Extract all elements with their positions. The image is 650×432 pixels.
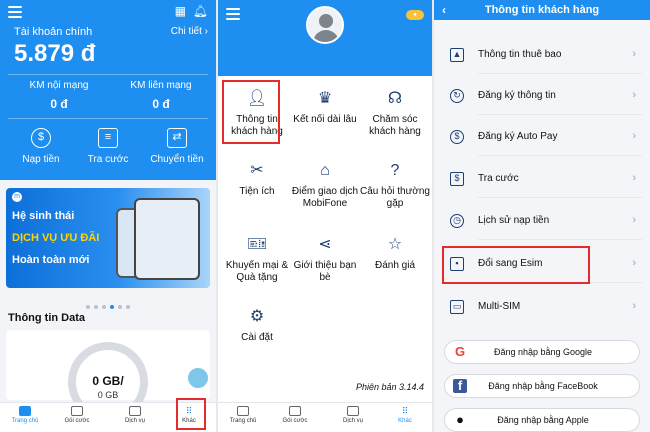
avatar[interactable] [306, 6, 344, 44]
topup-button[interactable]: $ Nạp tiền [6, 128, 76, 165]
headset-icon: ☊ [387, 90, 403, 107]
phone-illustration [134, 198, 200, 280]
id-card-icon: ▲ [450, 48, 464, 62]
nav-home[interactable]: Trang chủ [0, 406, 50, 424]
home-icon [237, 406, 249, 416]
menu-icon[interactable] [8, 6, 22, 18]
menu-settings[interactable]: ⚙ Cài đặt [222, 306, 292, 344]
highlight-box [176, 398, 206, 430]
data-card: 0 GB/ 0 GB [6, 330, 210, 422]
row-subscriber-info[interactable]: ▲ Thông tin thuê bao › [442, 38, 642, 74]
login-google-button[interactable]: G Đăng nhập bằng Google [444, 340, 640, 364]
lookup-charges-button[interactable]: ≡ Tra cước [73, 128, 143, 165]
membership-badge[interactable]: ● [406, 10, 424, 20]
menu-long-connection[interactable]: ♛ Kết nối dài lâu [290, 88, 360, 126]
row-topup-history[interactable]: ◷ Lịch sử nạp tiền › [442, 204, 642, 240]
qr-bell-icons[interactable]: ▦ 🔔︎ [175, 4, 208, 18]
tools-icon: ✂ [250, 162, 264, 179]
transfer-money-button[interactable]: ⇄ Chuyển tiền [142, 128, 212, 165]
history-icon: ◷ [450, 214, 464, 228]
menu-faq[interactable]: ? Câu hỏi thường gặp [360, 160, 430, 210]
nav-packages[interactable]: Gói cước [52, 406, 102, 424]
balance-value: 5.879 đ [14, 40, 96, 67]
chevron-right-icon: › [632, 214, 636, 226]
row-lookup-charges[interactable]: $ Tra cước › [442, 162, 642, 198]
menu-refer-friends[interactable]: ⋖ Giới thiệu bạn bè [290, 234, 360, 284]
nav-services[interactable]: Dịch vụ [328, 406, 378, 424]
dollar-icon: $ [31, 128, 51, 148]
chevron-right-icon: › [632, 130, 636, 142]
page-title: Thông tin khách hàng [484, 4, 600, 16]
account-label: Tài khoản chính [14, 26, 93, 38]
data-info-title: Thông tin Data [8, 312, 85, 324]
clipboard-icon: ≡ [98, 128, 118, 148]
login-apple-button[interactable]: ● Đăng nhập bằng Apple [444, 408, 640, 432]
mobifone-logo-icon: m [12, 192, 22, 202]
km-lien-mang: KM liên mạng 0 đ [130, 80, 192, 111]
top-bar: Thông tin khách hàng ‹ [434, 0, 650, 20]
row-register-info[interactable]: ↻ Đăng ký thông tin › [442, 79, 642, 115]
highlight-box [442, 246, 590, 284]
nav-packages[interactable]: Gói cước [270, 406, 320, 424]
menu-utilities[interactable]: ✂ Tiện ích [222, 160, 292, 198]
highlight-box [222, 80, 280, 144]
ticket-icon: 🎫︎ [246, 236, 268, 253]
transfer-icon: ⇄ [167, 128, 187, 148]
chevron-right-icon: › [632, 300, 636, 312]
grid-icon: ⠿ [401, 406, 409, 416]
menu-promotions[interactable]: 🎫︎ Khuyến mại & Quà tặng [222, 234, 292, 284]
row-multi-sim[interactable]: ▭ Multi-SIM › [442, 290, 642, 326]
version-label: Phiên bản 3.14.4 [355, 382, 424, 392]
detail-link[interactable]: Chi tiết › [171, 26, 208, 37]
sim-icon [129, 406, 141, 416]
receipt-icon: $ [450, 172, 464, 186]
row-auto-pay[interactable]: $ Đăng ký Auto Pay › [442, 120, 642, 156]
gear-icon: ⚙ [249, 308, 265, 325]
question-icon: ? [390, 162, 400, 179]
km-noi-mang: KM nội mạng 0 đ [29, 80, 89, 111]
nav-home[interactable]: Trang chủ [218, 406, 268, 424]
store-icon: ⌂ [320, 162, 330, 179]
menu-rating[interactable]: ☆ Đánh giá [360, 234, 430, 272]
package-icon [71, 406, 83, 416]
menu-icon[interactable] [226, 8, 240, 20]
screenshot-composite: ▦ 🔔︎ Tài khoản chính Chi tiết › 5.879 đ … [0, 0, 650, 432]
home-screen: ▦ 🔔︎ Tài khoản chính Chi tiết › 5.879 đ … [0, 0, 216, 432]
nav-services[interactable]: Dịch vụ [110, 406, 160, 424]
crown-icon: ♛ [317, 90, 333, 107]
promo-banner[interactable]: m Hệ sinh thái DỊCH VỤ ƯU ĐÃI Hoàn toàn … [6, 188, 210, 288]
back-icon[interactable]: ‹ [442, 3, 446, 17]
menu-customer-care[interactable]: ☊ Chăm sóc khách hàng [360, 88, 430, 138]
home-icon [19, 406, 31, 416]
multi-sim-icon: ▭ [450, 300, 464, 314]
star-icon: ☆ [387, 236, 403, 253]
share-icon: ⋖ [318, 236, 332, 253]
dollar-icon: $ [450, 130, 464, 144]
chevron-right-icon: › [632, 257, 636, 269]
chevron-right-icon: › [632, 172, 636, 184]
customer-info-screen: Thông tin khách hàng ‹ ▲ Thông tin thuê … [434, 0, 650, 432]
package-icon [289, 406, 301, 416]
chevron-right-icon: › [632, 48, 636, 60]
more-screen: ● 👤︎ Thông tin khách hàng ♛ Kết nối dài lâ… [218, 0, 432, 432]
refresh-icon: ↻ [450, 89, 464, 103]
account-header: ▦ 🔔︎ Tài khoản chính Chi tiết › 5.879 đ … [0, 0, 216, 180]
bottom-nav: Trang chủ Gói cước Dịch vụ ⠿ Khác [218, 402, 432, 432]
sim-icon [347, 406, 359, 416]
chatbot-avatar-icon[interactable] [186, 366, 210, 390]
nav-more[interactable]: ⠿ Khác [380, 406, 430, 424]
chevron-right-icon: › [632, 89, 636, 101]
menu-store-locations[interactable]: ⌂ Điểm giao dịch MobiFone [290, 160, 360, 210]
login-facebook-button[interactable]: f Đăng nhập bằng FaceBook [444, 374, 640, 398]
profile-header: ● [218, 0, 432, 76]
